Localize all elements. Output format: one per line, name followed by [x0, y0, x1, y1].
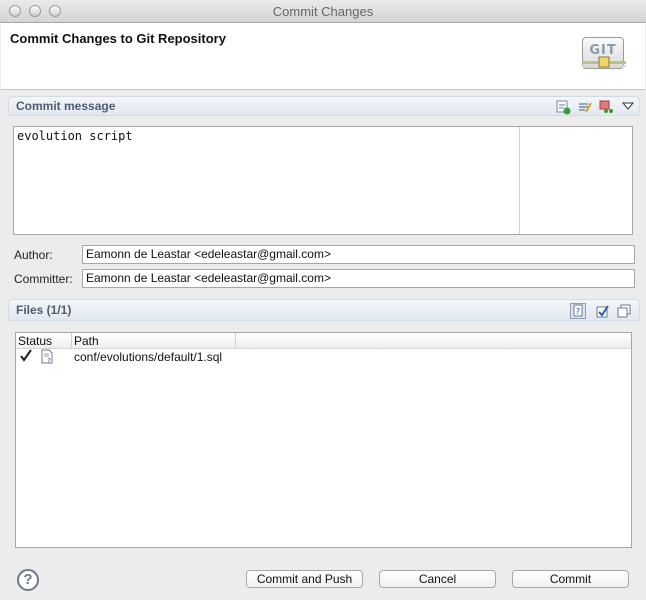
status-column-header[interactable]: Status: [18, 334, 52, 348]
commit-message-text[interactable]: evolution script: [17, 129, 133, 143]
commit-message-input[interactable]: evolution script: [13, 126, 633, 235]
author-label: Author:: [14, 248, 53, 262]
commit-message-section-title: Commit message: [16, 99, 116, 113]
files-section-header: Files (1/1) ?: [8, 299, 640, 321]
untracked-file-icon: ?: [41, 349, 53, 365]
dialog-header: Commit Changes to Git Repository GIT: [1, 23, 645, 90]
cancel-button[interactable]: Cancel: [379, 570, 496, 588]
column-separator[interactable]: [235, 333, 236, 348]
commit-message-section-header: Commit message: [8, 96, 640, 116]
git-logo-base-icon: [582, 56, 626, 68]
files-table[interactable]: Status Path ? conf/evolutions/default/1.…: [15, 332, 632, 548]
commit-and-push-button[interactable]: Commit and Push: [246, 570, 363, 588]
amend-icon[interactable]: [598, 99, 614, 115]
author-field[interactable]: Eamonn de Leastar <edeleastar@gmail.com>: [82, 245, 635, 264]
files-section-title: Files (1/1): [16, 303, 72, 317]
file-path[interactable]: conf/evolutions/default/1.sql: [74, 350, 222, 364]
window-title: Commit Changes: [272, 4, 374, 19]
show-untracked-icon[interactable]: ?: [570, 303, 586, 319]
column-separator[interactable]: [71, 333, 72, 348]
help-button[interactable]: ?: [17, 569, 39, 591]
message-margin-divider: [519, 127, 520, 234]
window-titlebar[interactable]: Commit Changes: [0, 0, 646, 23]
path-column-header[interactable]: Path: [74, 334, 99, 348]
files-table-header: Status Path: [16, 333, 631, 349]
commit-button[interactable]: Commit: [512, 570, 629, 588]
svg-text:?: ?: [576, 307, 580, 316]
committer-field[interactable]: Eamonn de Leastar <edeleastar@gmail.com>: [82, 269, 635, 288]
svg-text:?: ?: [47, 357, 51, 365]
menu-dropdown-icon[interactable]: [620, 98, 636, 114]
file-checkbox-checked-icon[interactable]: [19, 349, 33, 363]
deselect-all-icon[interactable]: [616, 303, 632, 319]
add-signed-off-icon[interactable]: [577, 99, 593, 115]
select-all-icon[interactable]: [594, 303, 610, 319]
dialog-title: Commit Changes to Git Repository: [10, 31, 226, 46]
spell-check-icon[interactable]: [555, 99, 571, 115]
committer-label: Committer:: [14, 272, 73, 286]
table-row[interactable]: ? conf/evolutions/default/1.sql: [16, 349, 631, 365]
